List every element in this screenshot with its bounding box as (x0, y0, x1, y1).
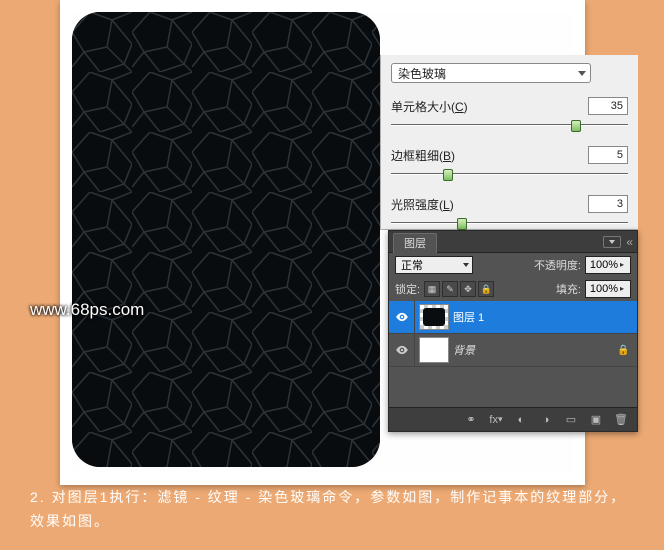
layer-mask-icon[interactable]: ◐ (513, 413, 529, 427)
instruction-caption: 2. 对图层1执行：滤镜 - 纹理 - 染色玻璃命令，参数如图，制作记事本的纹理… (30, 486, 634, 534)
slider-thumb[interactable] (443, 169, 453, 181)
chevron-down-icon (578, 71, 586, 76)
filter-control: 光照强度(L) 3 (391, 195, 628, 230)
filter-control: 边框粗细(B) 5 (391, 146, 628, 181)
chevron-down-icon (463, 263, 469, 267)
layer-fx-icon[interactable]: fx▾ (488, 413, 504, 427)
filter-control: 单元格大小(C) 35 (391, 97, 628, 132)
blend-opacity-row: 正常 不透明度: 100%▸ (389, 253, 637, 277)
eye-icon (395, 343, 409, 357)
lock-pixels-icon[interactable]: ✎ (442, 281, 458, 297)
slider-thumb[interactable] (457, 218, 467, 230)
control-label: 单元格大小(C) (391, 98, 468, 115)
control-label: 边框粗细(B) (391, 147, 455, 164)
panel-collapse-icon[interactable]: « (626, 235, 633, 249)
lock-fill-row: 锁定: ▦ ✎ ✥ 🔒 填充: 100%▸ (389, 277, 637, 301)
control-value-input[interactable]: 35 (588, 97, 628, 115)
opacity-label: 不透明度: (534, 257, 581, 273)
layer-group-icon[interactable]: ▭ (563, 413, 579, 427)
layers-panel: 图层 « 正常 不透明度: 100%▸ 锁定: ▦ ✎ ✥ 🔒 填充: 100%… (388, 230, 638, 432)
slider-track[interactable] (391, 218, 628, 230)
tab-layers[interactable]: 图层 (393, 233, 437, 253)
slider-track[interactable] (391, 120, 628, 132)
adjustment-layer-icon[interactable]: ◑ (538, 413, 554, 427)
panel-tab-bar: 图层 « (389, 231, 637, 253)
layer-list-empty-area[interactable] (389, 367, 637, 407)
layer-thumbnail[interactable] (419, 337, 449, 363)
layers-footer: ⚭ fx▾ ◐ ◑ ▭ ▣ 🗑 (389, 407, 637, 431)
lock-position-icon[interactable]: ✥ (460, 281, 476, 297)
slider-thumb[interactable] (571, 120, 581, 132)
control-label: 光照强度(L) (391, 196, 454, 213)
lock-transparency-icon[interactable]: ▦ (424, 281, 440, 297)
fill-input[interactable]: 100%▸ (585, 280, 631, 298)
filter-type-label: 染色玻璃 (398, 65, 446, 82)
link-layers-icon[interactable]: ⚭ (463, 413, 479, 427)
voronoi-pattern (72, 12, 380, 467)
new-layer-icon[interactable]: ▣ (588, 413, 604, 427)
filter-type-dropdown[interactable]: 染色玻璃 (391, 63, 591, 83)
slider-track[interactable] (391, 169, 628, 181)
layer-row[interactable]: 图层 1 (389, 301, 637, 334)
opacity-input[interactable]: 100%▸ (585, 256, 631, 274)
watermark-text: www.68ps.com (30, 300, 144, 320)
layer-row[interactable]: 背景🔒 (389, 334, 637, 367)
stepper-icon: ▸ (620, 261, 628, 269)
control-value-input[interactable]: 3 (588, 195, 628, 213)
panel-menu-icon[interactable] (603, 236, 621, 248)
control-value-input[interactable]: 5 (588, 146, 628, 164)
fill-label: 填充: (556, 281, 581, 297)
eye-icon (395, 310, 409, 324)
stepper-icon: ▸ (620, 285, 628, 293)
layer-name[interactable]: 图层 1 (453, 309, 637, 325)
layer-name[interactable]: 背景 (453, 342, 617, 358)
filter-options-panel: 染色玻璃 单元格大小(C) 35 边框粗细(B) 5 光照强度(L) 3 (380, 55, 638, 230)
visibility-toggle[interactable] (389, 301, 415, 334)
delete-layer-icon[interactable]: 🗑 (613, 413, 629, 427)
stained-glass-texture (72, 12, 380, 467)
blend-mode-select[interactable]: 正常 (395, 256, 473, 274)
layer-list: 图层 1 背景🔒 (389, 301, 637, 367)
lock-all-icon[interactable]: 🔒 (478, 281, 494, 297)
lock-label: 锁定: (395, 281, 420, 297)
visibility-toggle[interactable] (389, 334, 415, 367)
layer-thumbnail[interactable] (419, 304, 449, 330)
lock-buttons: ▦ ✎ ✥ 🔒 (424, 281, 494, 297)
lock-icon: 🔒 (617, 345, 631, 356)
